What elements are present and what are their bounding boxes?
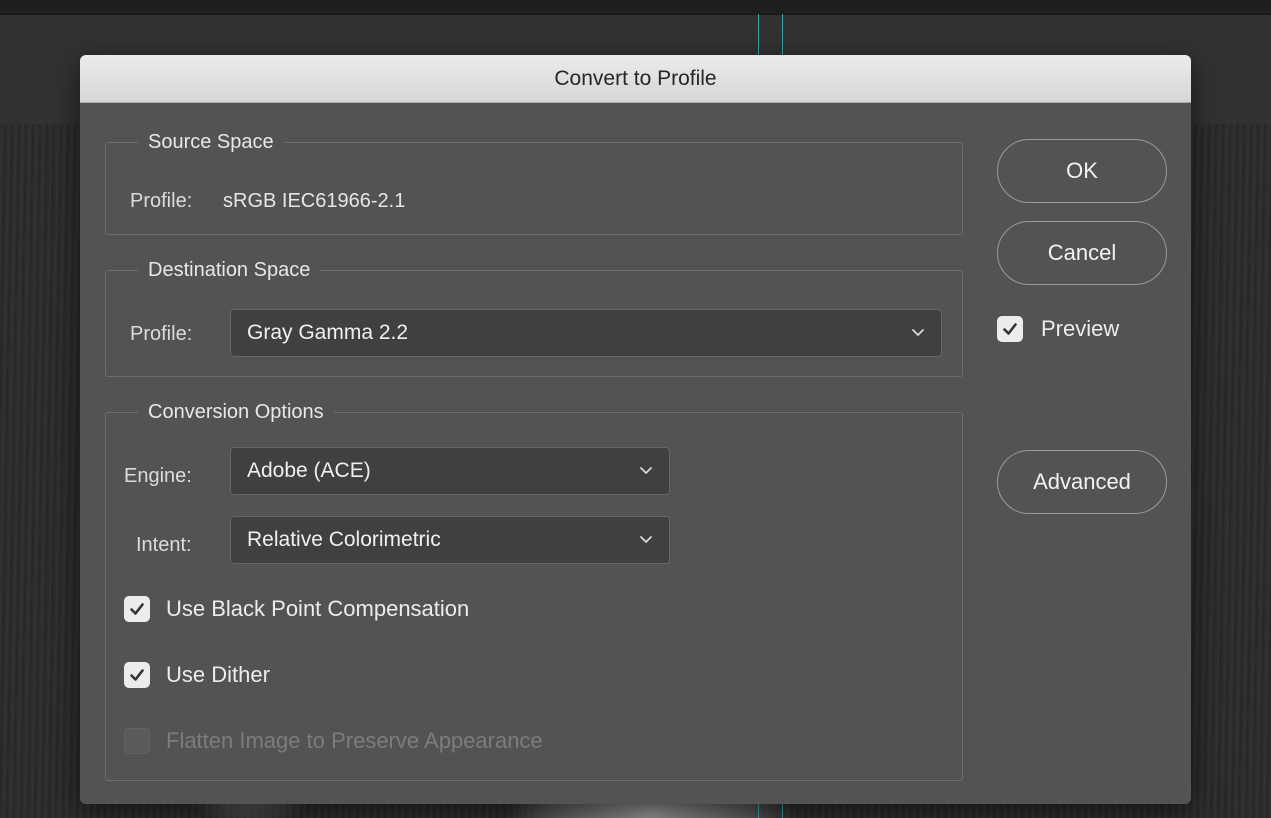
checkmark-icon (1003, 323, 1017, 335)
destination-space-legend: Destination Space (138, 258, 321, 282)
source-space-legend: Source Space (138, 130, 284, 154)
destination-space-group: Destination Space Profile: Gray Gamma 2.… (105, 258, 963, 377)
preview-label[interactable]: Preview (1041, 316, 1119, 342)
chevron-down-icon (912, 329, 924, 336)
destination-profile-select[interactable]: Gray Gamma 2.2 (230, 309, 942, 357)
intent-select[interactable]: Relative Colorimetric (230, 516, 670, 564)
app-top-bar (0, 0, 1271, 15)
checkmark-icon (130, 669, 144, 681)
advanced-button[interactable]: Advanced (997, 450, 1167, 514)
use-dither-checkbox[interactable] (124, 662, 150, 688)
destination-profile-value: Gray Gamma 2.2 (247, 321, 409, 344)
engine-label: Engine: (124, 465, 192, 487)
flatten-image-label: Flatten Image to Preserve Appearance (166, 728, 543, 753)
conversion-options-legend: Conversion Options (138, 400, 334, 424)
convert-to-profile-dialog: Convert to Profile Source Space Profile:… (80, 55, 1191, 804)
conversion-options-group: Conversion Options Engine: Adobe (ACE) I… (105, 400, 963, 781)
black-point-compensation-checkbox[interactable] (124, 596, 150, 622)
chevron-down-icon (640, 467, 652, 474)
ok-button[interactable]: OK (997, 139, 1167, 203)
source-space-group: Source Space Profile: sRGB IEC61966-2.1 (105, 130, 963, 235)
cancel-button[interactable]: Cancel (997, 221, 1167, 285)
preview-checkbox[interactable] (997, 316, 1023, 342)
intent-value: Relative Colorimetric (247, 528, 441, 551)
chevron-down-icon (640, 536, 652, 543)
intent-label: Intent: (136, 534, 192, 556)
black-point-compensation-label[interactable]: Use Black Point Compensation (166, 596, 469, 622)
checkmark-icon (130, 603, 144, 615)
flatten-image-checkbox (124, 728, 150, 754)
source-profile-value: sRGB IEC61966-2.1 (223, 190, 406, 212)
destination-profile-label: Profile: (130, 323, 193, 345)
engine-select[interactable]: Adobe (ACE) (230, 447, 670, 495)
source-profile-label: Profile: (130, 190, 193, 212)
dialog-title: Convert to Profile (80, 55, 1191, 103)
engine-value: Adobe (ACE) (247, 459, 371, 482)
use-dither-label[interactable]: Use Dither (166, 662, 270, 688)
